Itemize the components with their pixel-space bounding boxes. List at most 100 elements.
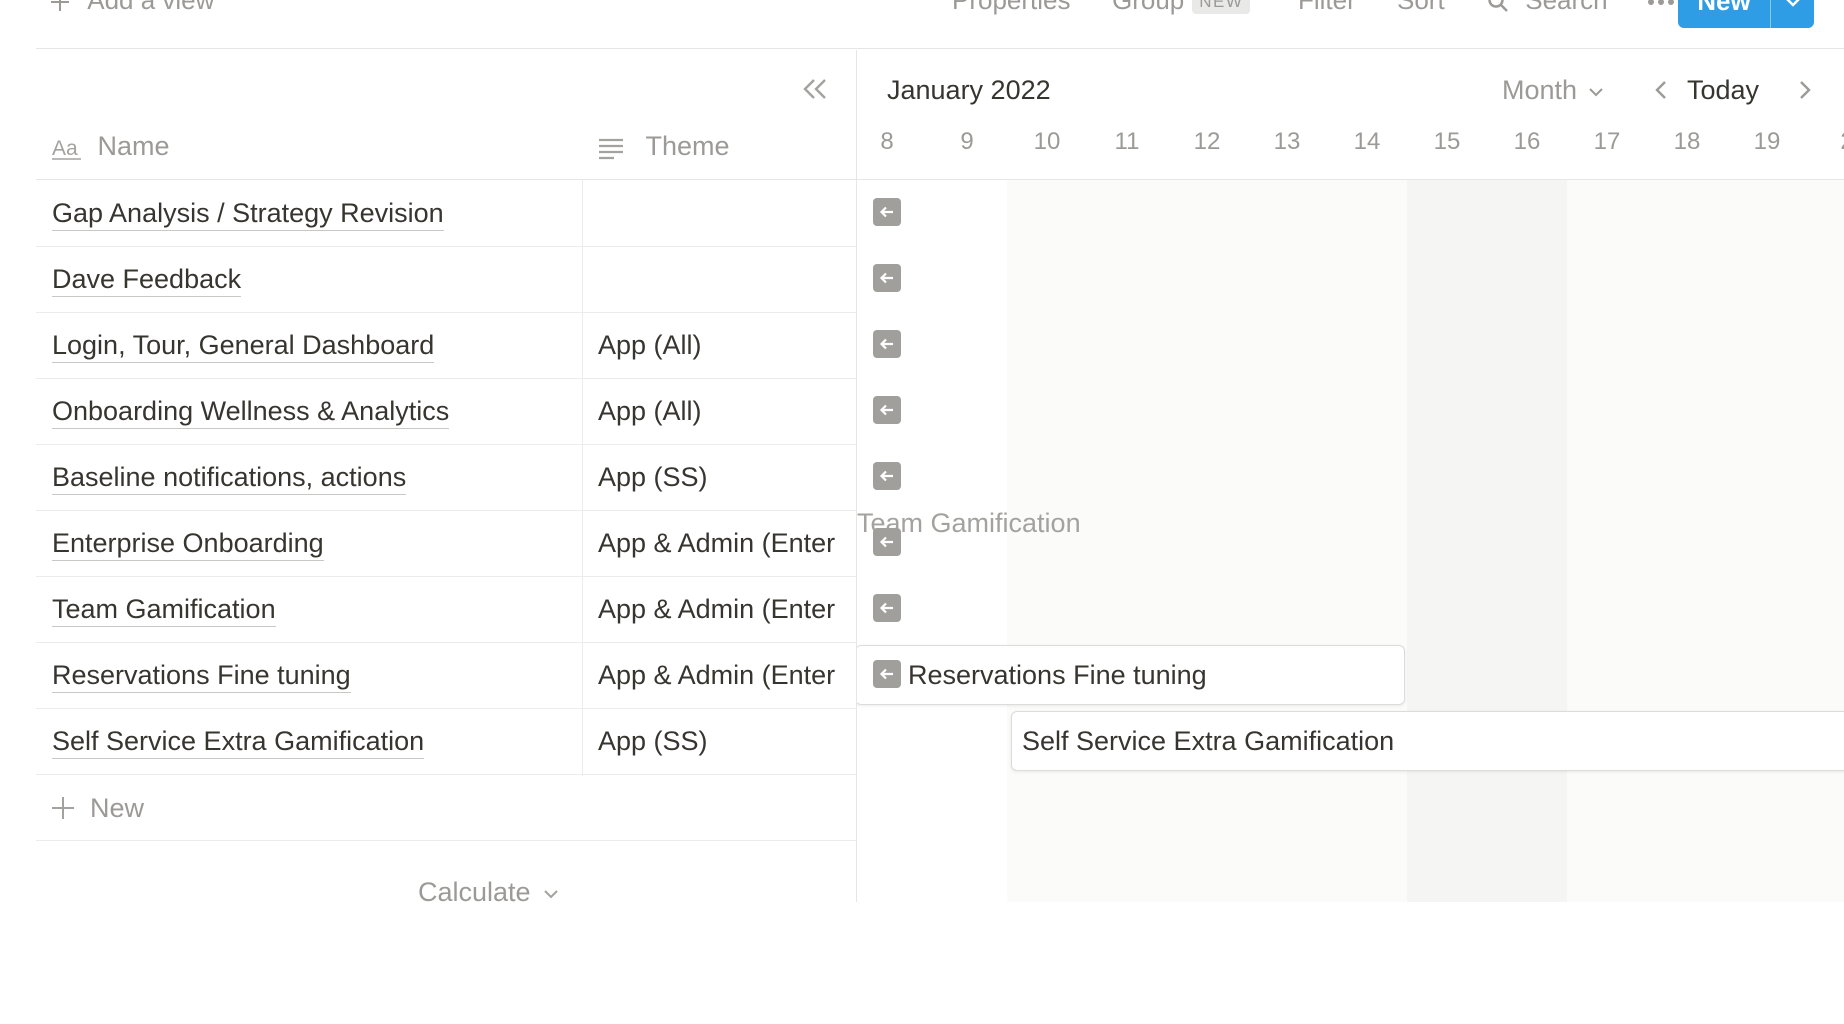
day-label: 18 bbox=[1673, 128, 1701, 155]
arrow-left-icon bbox=[879, 272, 893, 284]
sort-button[interactable]: Sort bbox=[1397, 0, 1445, 20]
table-row[interactable]: Enterprise Onboarding App & Admin (Enter bbox=[36, 510, 856, 577]
table-row[interactable]: Self Service Extra Gamification App (SS) bbox=[36, 708, 856, 775]
name-column-header[interactable]: Aa Name bbox=[52, 126, 170, 166]
table-row[interactable]: Team Gamification App & Admin (Enter bbox=[36, 576, 856, 643]
row-name[interactable]: Gap Analysis / Strategy Revision bbox=[52, 180, 444, 246]
table-row[interactable]: Dave Feedback bbox=[36, 246, 856, 313]
row-name[interactable]: Login, Tour, General Dashboard bbox=[52, 312, 435, 378]
day-label: 16 bbox=[1513, 128, 1541, 155]
scroll-to-item-button[interactable] bbox=[873, 198, 901, 226]
plus-icon bbox=[51, 0, 69, 12]
row-name[interactable]: Enterprise Onboarding bbox=[52, 510, 324, 576]
day-label: 15 bbox=[1433, 128, 1461, 155]
toolbar-divider bbox=[36, 48, 1844, 49]
double-chevron-left-icon bbox=[803, 79, 826, 99]
text-lines-icon bbox=[599, 138, 623, 159]
view-toolbar: Add a view Properties Group NEW Filter So… bbox=[0, 0, 1844, 30]
new-badge: NEW bbox=[1192, 0, 1251, 15]
chevron-down-icon bbox=[1588, 88, 1603, 97]
add-view-button[interactable]: Add a view bbox=[48, 0, 214, 20]
search-button[interactable]: Search bbox=[1486, 0, 1608, 20]
next-button[interactable] bbox=[1791, 77, 1817, 103]
text-property-icon: Aa bbox=[52, 137, 81, 160]
group-button[interactable]: Group NEW bbox=[1112, 0, 1251, 20]
timeline-scale-label: Month bbox=[1502, 75, 1578, 105]
timeline-header-divider bbox=[857, 179, 1844, 180]
today-button[interactable]: Today bbox=[1687, 70, 1759, 110]
add-row-button[interactable]: New bbox=[36, 776, 856, 841]
timeline-bar-label: Reservations Fine tuning bbox=[908, 660, 1207, 690]
arrow-left-icon bbox=[879, 338, 893, 350]
row-theme[interactable]: App (SS) bbox=[598, 708, 856, 774]
theme-column-header[interactable]: Theme bbox=[598, 126, 730, 166]
day-label: 19 bbox=[1753, 128, 1781, 155]
row-theme[interactable]: App & Admin (Enter bbox=[598, 510, 856, 576]
scroll-to-item-button[interactable] bbox=[873, 264, 901, 292]
row-theme[interactable]: App & Admin (Enter bbox=[598, 642, 856, 708]
scroll-to-item-button[interactable] bbox=[873, 660, 901, 688]
day-label: 17 bbox=[1593, 128, 1621, 155]
collapse-table-button[interactable] bbox=[798, 72, 832, 106]
timeline-bar-self-service[interactable]: Self Service Extra Gamification bbox=[1011, 711, 1844, 771]
timeline-bar-label: Self Service Extra Gamification bbox=[1022, 726, 1395, 756]
day-label: 14 bbox=[1353, 128, 1381, 155]
arrow-left-icon bbox=[879, 536, 893, 548]
table-row[interactable]: Baseline notifications, actions App (SS) bbox=[36, 444, 856, 511]
previous-button[interactable] bbox=[1649, 77, 1675, 103]
filter-button[interactable]: Filter bbox=[1298, 0, 1356, 20]
day-label: 13 bbox=[1273, 128, 1301, 155]
timeline-bar-reservations[interactable]: Reservations Fine tuning bbox=[857, 645, 1405, 705]
new-button-dropdown[interactable] bbox=[1770, 0, 1814, 28]
row-name[interactable]: Dave Feedback bbox=[52, 246, 242, 312]
table-row[interactable]: Reservations Fine tuning App & Admin (En… bbox=[36, 642, 856, 709]
day-label: 9 bbox=[960, 128, 974, 155]
row-name[interactable]: Reservations Fine tuning bbox=[52, 642, 351, 708]
properties-button[interactable]: Properties bbox=[952, 0, 1071, 20]
new-row-label: New bbox=[90, 793, 145, 823]
scroll-to-item-button[interactable] bbox=[873, 330, 901, 358]
table-row[interactable]: Login, Tour, General Dashboard App (All) bbox=[36, 312, 856, 379]
name-column-label: Name bbox=[97, 131, 170, 161]
table-row[interactable]: Gap Analysis / Strategy Revision bbox=[36, 180, 856, 247]
row-name[interactable]: Onboarding Wellness & Analytics bbox=[52, 378, 450, 444]
new-button[interactable]: New bbox=[1678, 0, 1814, 28]
timeline-panel[interactable]: January 2022 Month Today 8 9 10 11 12 13… bbox=[856, 50, 1844, 902]
day-label: 12 bbox=[1193, 128, 1221, 155]
row-theme[interactable] bbox=[598, 180, 856, 246]
chevron-down-icon bbox=[1786, 0, 1800, 7]
plus-icon bbox=[52, 797, 74, 819]
arrow-left-icon bbox=[879, 404, 893, 416]
search-label: Search bbox=[1525, 0, 1608, 15]
weekend-shading bbox=[1407, 180, 1567, 902]
more-icon bbox=[1648, 0, 1674, 6]
add-view-label: Add a view bbox=[87, 0, 215, 15]
arrow-left-icon bbox=[879, 470, 893, 482]
chevron-right-icon bbox=[1800, 81, 1811, 99]
arrow-left-icon bbox=[879, 602, 893, 614]
day-label: 11 bbox=[1114, 128, 1140, 155]
day-label: 2 bbox=[1817, 126, 1844, 158]
row-name[interactable]: Self Service Extra Gamification bbox=[52, 708, 425, 774]
table-row[interactable]: Onboarding Wellness & Analytics App (All… bbox=[36, 378, 856, 445]
chevron-left-icon bbox=[1655, 81, 1666, 99]
scroll-to-item-button[interactable] bbox=[873, 528, 901, 556]
row-name[interactable]: Baseline notifications, actions bbox=[52, 444, 407, 510]
arrow-left-icon bbox=[879, 206, 893, 218]
theme-column-label: Theme bbox=[645, 131, 730, 161]
scroll-to-item-button[interactable] bbox=[873, 396, 901, 424]
new-button-label[interactable]: New bbox=[1678, 0, 1770, 28]
calculate-button[interactable]: Calculate bbox=[418, 872, 560, 912]
timeline-scale-select[interactable]: Month bbox=[1502, 70, 1605, 110]
row-theme[interactable]: App (All) bbox=[598, 378, 856, 444]
row-theme[interactable] bbox=[598, 246, 856, 312]
group-label: Group bbox=[1112, 0, 1185, 15]
day-label: 10 bbox=[1033, 128, 1061, 155]
more-options-button[interactable] bbox=[1646, 0, 1676, 20]
row-theme[interactable]: App & Admin (Enter bbox=[598, 576, 856, 642]
scroll-to-item-button[interactable] bbox=[873, 462, 901, 490]
row-theme[interactable]: App (All) bbox=[598, 312, 856, 378]
row-theme[interactable]: App (SS) bbox=[598, 444, 856, 510]
row-name[interactable]: Team Gamification bbox=[52, 576, 276, 642]
scroll-to-item-button[interactable] bbox=[873, 594, 901, 622]
